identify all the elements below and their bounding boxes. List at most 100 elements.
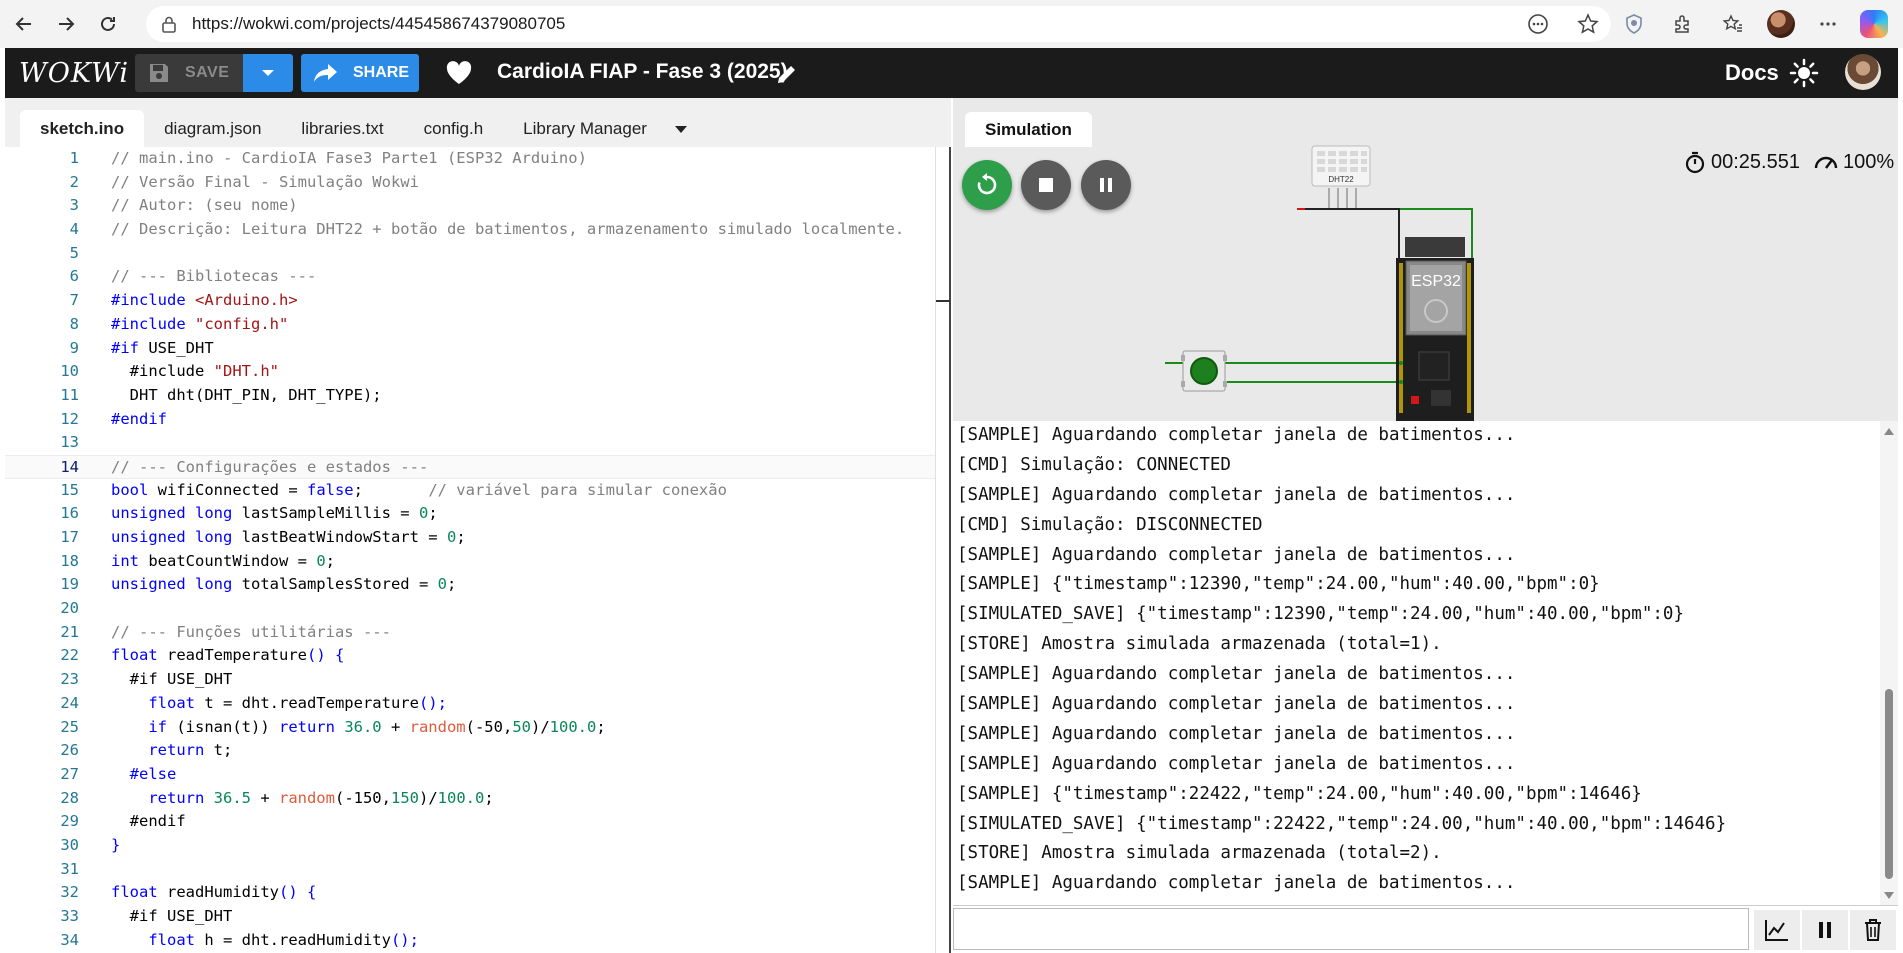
code-content: // Descrição: Leitura DHT22 + botão de b… [79, 218, 904, 242]
tab-config-h[interactable]: config.h [404, 110, 504, 147]
line-number: 28 [60, 788, 79, 807]
more-options-circle-icon[interactable] [1527, 13, 1549, 35]
code-line[interactable]: 25 if (isnan(t)) return 36.0 + random(-5… [5, 716, 935, 740]
wokwi-header: WOKWi SAVE SHARE CardioIA FIAP - Fase 3 … [5, 48, 1898, 98]
push-button-component[interactable] [1181, 350, 1227, 392]
code-line[interactable]: 18 int beatCountWindow = 0; [5, 550, 935, 574]
code-line[interactable]: 3 // Autor: (seu nome) [5, 194, 935, 218]
code-line[interactable]: 17 unsigned long lastBeatWindowStart = 0; [5, 526, 935, 550]
code-line[interactable]: 7 #include <Arduino.h> [5, 289, 935, 313]
editor-scrollbar[interactable] [935, 147, 950, 953]
scroll-thumb[interactable] [1885, 689, 1893, 879]
code-line[interactable]: 24 float t = dht.readTemperature(); [5, 692, 935, 716]
code-line[interactable]: 26 return t; [5, 739, 935, 763]
edit-pencil-icon[interactable] [775, 62, 799, 86]
code-line[interactable]: 12 #endif [5, 408, 935, 432]
tab-library-manager[interactable]: Library Manager [503, 110, 667, 147]
code-token: ; [456, 528, 466, 546]
code-token: ; [428, 504, 438, 523]
code-line[interactable]: 20 [5, 597, 935, 621]
code-line[interactable]: 14 // --- Configurações e estados --- [5, 454, 935, 479]
code-line[interactable]: 8 #include "config.h" [5, 313, 935, 337]
code-line[interactable]: 6 // --- Bibliotecas --- [5, 265, 935, 289]
heart-icon[interactable] [445, 60, 473, 86]
project-title[interactable]: CardioIA FIAP - Fase 3 (2025) [497, 60, 788, 84]
tab-sketch-ino[interactable]: sketch.ino [20, 110, 145, 147]
serial-line: [SAMPLE] Aguardando completar janela de … [957, 484, 1516, 505]
line-number: 29 [60, 812, 79, 831]
esp32-board[interactable] [1396, 237, 1474, 421]
code-line[interactable]: 9 #if USE_DHT [5, 337, 935, 361]
favorite-star-icon[interactable] [1577, 13, 1599, 35]
wokwi-logo[interactable]: WOKWi [19, 58, 129, 89]
code-token: // --- Funções utilitárias --- [111, 622, 391, 641]
code-line[interactable]: 5 [5, 242, 935, 266]
reload-icon[interactable] [90, 6, 126, 42]
code-line[interactable]: 32 float readHumidity() { [5, 881, 935, 905]
code-line[interactable]: 11 DHT dht(DHT_PIN, DHT_TYPE); [5, 384, 935, 408]
code-line[interactable]: 16 unsigned long lastSampleMillis = 0; [5, 502, 935, 526]
line-number: 16 [60, 504, 79, 523]
url-text[interactable]: https://wokwi.com/projects/4454586743790… [192, 14, 565, 34]
code-line[interactable]: 1 // main.ino - CardioIA Fase3 Parte1 (ES… [5, 147, 935, 171]
tab-diagram-json[interactable]: diagram.json [144, 110, 281, 147]
code-content: #include <Arduino.h> [79, 289, 298, 313]
code-line[interactable]: 23 #if USE_DHT [5, 668, 935, 692]
user-avatar[interactable] [1845, 54, 1881, 90]
code-token: + [381, 717, 410, 736]
line-number: 17 [60, 528, 79, 546]
line-number: 5 [69, 243, 79, 262]
copilot-icon[interactable] [1858, 8, 1890, 40]
code-line[interactable]: 21 // --- Funções utilitárias --- [5, 621, 935, 645]
theme-sun-icon[interactable] [1789, 58, 1819, 88]
code-text-area[interactable]: 1 // main.ino - CardioIA Fase3 Parte1 (ES… [5, 147, 935, 953]
code-line[interactable]: 27 #else [5, 763, 935, 787]
save-button[interactable]: SAVE [135, 54, 243, 92]
code-line[interactable]: 15 bool wifiConnected = false; // variáve… [5, 479, 935, 503]
scroll-down-arrow-icon[interactable] [1884, 892, 1894, 899]
shield-extension-icon[interactable] [1618, 8, 1650, 40]
lock-icon [162, 16, 176, 33]
browser-menu-icon[interactable] [1812, 8, 1844, 40]
line-number: 6 [69, 267, 79, 286]
code-token: ; [596, 717, 606, 736]
code-token: #if [111, 907, 167, 925]
line-number: 20 [60, 599, 79, 618]
serial-scrollbar[interactable] [1880, 421, 1898, 905]
profile-avatar[interactable] [1765, 8, 1797, 40]
code-line[interactable]: 19 unsigned long totalSamplesStored = 0; [5, 573, 935, 597]
favorites-list-icon[interactable] [1717, 8, 1749, 40]
back-icon[interactable] [6, 6, 42, 42]
code-line[interactable]: 29 #endif [5, 810, 935, 834]
code-line[interactable]: 33 #if USE_DHT [5, 905, 935, 929]
tab-libraries-txt[interactable]: libraries.txt [281, 110, 403, 147]
scroll-up-arrow-icon[interactable] [1884, 428, 1894, 435]
address-bar[interactable]: https://wokwi.com/projects/4454586743790… [146, 6, 1611, 42]
code-line[interactable]: 4 // Descrição: Leitura DHT22 + botão de … [5, 218, 935, 242]
plotter-button[interactable] [1754, 910, 1800, 950]
code-line[interactable]: 2 // Versão Final - Simulação Wokwi [5, 171, 935, 195]
code-line[interactable]: 13 [5, 431, 935, 455]
extensions-puzzle-icon[interactable] [1667, 8, 1699, 40]
code-line[interactable]: 28 return 36.5 + random(-150,150)/100.0; [5, 787, 935, 811]
code-line[interactable]: 30} [5, 834, 935, 858]
code-line[interactable]: 22 float readTemperature() { [5, 644, 935, 668]
line-number: 13 [60, 433, 79, 452]
forward-icon[interactable] [48, 6, 84, 42]
code-token: random [409, 717, 466, 736]
code-content: #if USE_DHT [79, 905, 233, 929]
code-line[interactable]: 31 [5, 858, 935, 882]
code-token: return [278, 717, 345, 736]
save-dropdown-button[interactable] [243, 54, 293, 92]
pause-serial-button[interactable] [1802, 910, 1848, 950]
tabs-overflow-caret-icon[interactable] [674, 126, 687, 133]
code-token: unsigned long [111, 528, 242, 546]
share-button[interactable]: SHARE [301, 54, 419, 92]
code-line[interactable]: 34 float h = dht.readHumidity(); [5, 929, 935, 953]
docs-link[interactable]: Docs [1725, 60, 1779, 86]
code-line[interactable]: 10 #include "DHT.h" [5, 360, 935, 384]
line-number: 12 [60, 409, 79, 428]
clear-serial-button[interactable] [1850, 910, 1896, 950]
save-group: SAVE [135, 54, 293, 92]
serial-input[interactable] [953, 908, 1749, 950]
